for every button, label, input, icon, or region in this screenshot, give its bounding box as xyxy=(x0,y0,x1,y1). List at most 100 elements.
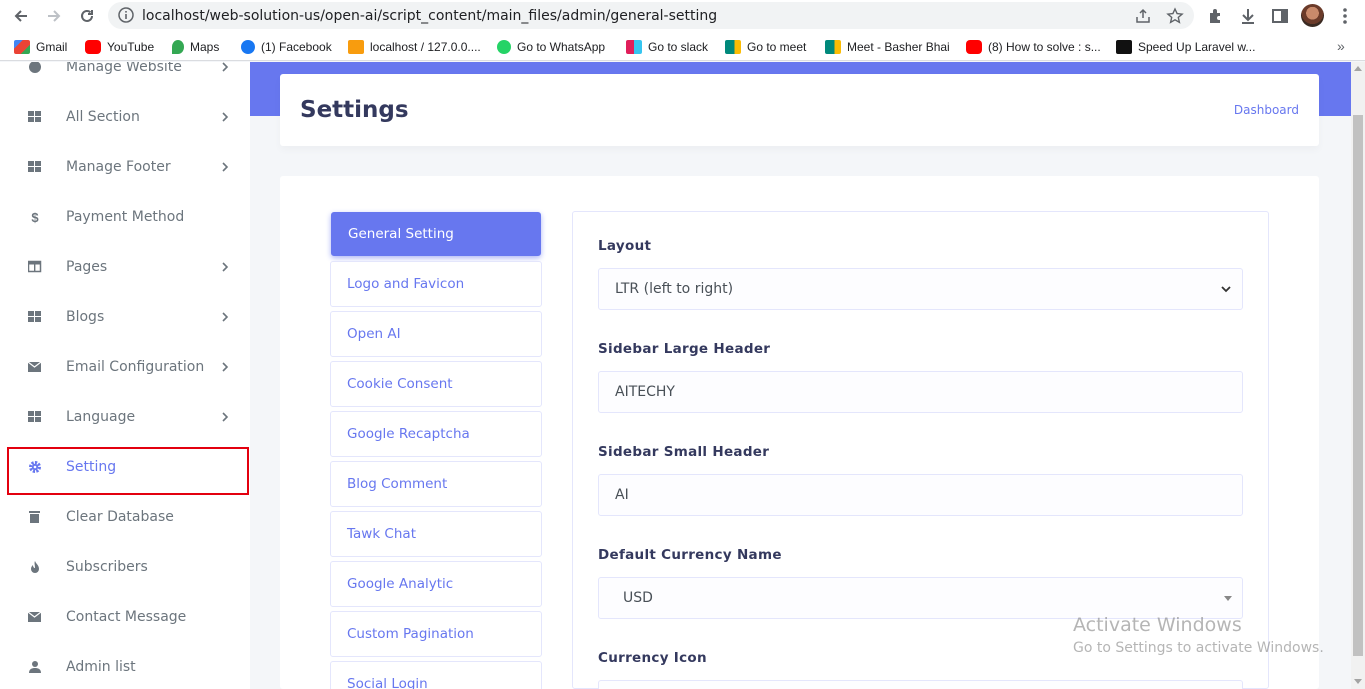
tab-cookie-consent[interactable]: Cookie Consent xyxy=(330,361,542,407)
scroll-up-icon[interactable] xyxy=(1354,66,1362,71)
sidebar-item-manage-footer[interactable]: Manage Footer xyxy=(0,142,250,192)
share-icon[interactable] xyxy=(1134,7,1152,25)
grid-icon xyxy=(28,160,42,174)
tab-blog-comment[interactable]: Blog Comment xyxy=(330,461,542,507)
tab-tawk-chat[interactable]: Tawk Chat xyxy=(330,511,542,557)
tab-open-ai[interactable]: Open AI xyxy=(330,311,542,357)
chevron-right-icon xyxy=(222,112,229,122)
back-icon[interactable] xyxy=(9,4,33,28)
grid-icon xyxy=(28,110,42,124)
meet-icon xyxy=(825,40,841,54)
tab-general-setting[interactable]: General Setting xyxy=(331,212,541,256)
laravel-icon xyxy=(1116,40,1132,54)
page-scrollbar[interactable] xyxy=(1351,62,1365,689)
layout-select[interactable]: LTR (left to right) xyxy=(598,268,1243,310)
tab-logo-favicon[interactable]: Logo and Favicon xyxy=(330,261,542,307)
sidebar-item-payment-method[interactable]: $ Payment Method xyxy=(0,192,250,242)
maps-pin-icon xyxy=(172,40,184,54)
caret-down-icon xyxy=(1224,596,1232,601)
chevron-right-icon xyxy=(222,312,229,322)
user-icon xyxy=(28,660,42,674)
forward-icon[interactable] xyxy=(42,4,66,28)
sidebar-item-clear-database[interactable]: Clear Database xyxy=(0,492,250,542)
sidebar-small-header-label: Sidebar Small Header xyxy=(598,444,770,460)
chevron-right-icon xyxy=(222,262,229,272)
grid-icon xyxy=(28,310,42,324)
star-icon[interactable] xyxy=(1166,7,1184,25)
default-currency-value: USD xyxy=(623,590,653,606)
envelope-icon xyxy=(28,360,42,374)
site-info-icon[interactable] xyxy=(118,7,134,23)
bookmark-phpmyadmin[interactable]: localhost / 127.0.0.... xyxy=(348,39,481,55)
sidebar-item-blogs[interactable]: Blogs xyxy=(0,292,250,342)
side-panel-icon[interactable] xyxy=(1270,6,1290,26)
download-icon[interactable] xyxy=(1238,6,1258,26)
sidebar-item-contact-message[interactable]: Contact Message xyxy=(0,592,250,642)
sidebar-large-header-label: Sidebar Large Header xyxy=(598,341,771,357)
chevron-down-icon xyxy=(1221,286,1231,293)
sidebar-item-language[interactable]: Language xyxy=(0,392,250,442)
sidebar-large-header-input[interactable]: AITECHY xyxy=(598,371,1243,413)
bookmark-slack[interactable]: Go to slack xyxy=(626,39,708,55)
default-currency-name-label: Default Currency Name xyxy=(598,547,782,563)
tab-google-analytic[interactable]: Google Analytic xyxy=(330,561,542,607)
section-header: Settings Dashboard xyxy=(280,74,1319,146)
sidebar-small-header-input[interactable]: AI xyxy=(598,474,1243,516)
currency-icon-input[interactable] xyxy=(598,680,1243,689)
meet-icon xyxy=(725,40,741,54)
default-currency-select[interactable]: USD xyxy=(598,577,1243,619)
fire-icon xyxy=(28,560,42,574)
bookmark-youtube-howto[interactable]: (8) How to solve : s... xyxy=(966,39,1101,55)
globe-icon xyxy=(28,62,42,74)
trash-icon xyxy=(28,510,42,524)
activate-windows-title: Activate Windows xyxy=(1073,614,1242,636)
bookmark-meet-basher[interactable]: Meet - Basher Bhai xyxy=(825,39,950,55)
youtube-icon xyxy=(85,40,101,54)
extensions-icon[interactable] xyxy=(1206,6,1226,26)
whatsapp-icon xyxy=(497,40,511,54)
sidebar-item-email-configuration[interactable]: Email Configuration xyxy=(0,342,250,392)
bookmark-whatsapp[interactable]: Go to WhatsApp xyxy=(497,39,605,55)
reload-icon[interactable] xyxy=(75,4,99,28)
scroll-down-icon[interactable] xyxy=(1354,679,1362,684)
layout-label: Layout xyxy=(598,238,652,254)
gmail-icon xyxy=(14,40,30,54)
address-bar[interactable]: localhost/web-solution-us/open-ai/script… xyxy=(108,2,1194,29)
profile-avatar[interactable] xyxy=(1301,4,1324,27)
dollar-icon: $ xyxy=(31,209,39,225)
bookmark-youtube[interactable]: YouTube xyxy=(85,39,154,55)
url-text: localhost/web-solution-us/open-ai/script… xyxy=(142,8,718,24)
breadcrumb-dashboard[interactable]: Dashboard xyxy=(1234,103,1299,117)
sidebar-item-pages[interactable]: Pages xyxy=(0,242,250,292)
bookmark-gmail[interactable]: Gmail xyxy=(14,39,67,55)
menu-dots-icon[interactable] xyxy=(1335,6,1355,26)
bookmark-laravel[interactable]: Speed Up Laravel w... xyxy=(1116,39,1255,55)
admin-sidebar: Manage Website All Section Manage Footer… xyxy=(0,62,250,689)
sidebar-small-header-value: AI xyxy=(615,487,629,503)
youtube-icon xyxy=(966,40,982,54)
browser-toolbar: localhost/web-solution-us/open-ai/script… xyxy=(0,0,1365,32)
bookmarks-more-button[interactable]: » xyxy=(1337,38,1345,54)
bookmark-maps[interactable]: Maps xyxy=(172,39,219,55)
setting-highlight-box xyxy=(7,447,249,495)
phpmyadmin-icon xyxy=(348,40,364,54)
chevron-right-icon xyxy=(222,362,229,372)
columns-icon xyxy=(28,260,42,274)
bookmark-facebook[interactable]: (1) Facebook xyxy=(241,39,332,55)
scroll-thumb[interactable] xyxy=(1353,115,1363,656)
chevron-right-icon xyxy=(222,162,229,172)
tab-custom-pagination[interactable]: Custom Pagination xyxy=(330,611,542,657)
slack-icon xyxy=(626,40,642,54)
bookmarks-bar: Gmail YouTube Maps (1) Facebook localhos… xyxy=(0,32,1365,61)
tab-social-login[interactable]: Social Login xyxy=(330,661,542,689)
tab-google-recaptcha[interactable]: Google Recaptcha xyxy=(330,411,542,457)
sidebar-item-subscribers[interactable]: Subscribers xyxy=(0,542,250,592)
sidebar-item-admin-list[interactable]: Admin list xyxy=(0,642,250,689)
page-title: Settings xyxy=(300,97,409,123)
chevron-right-icon xyxy=(222,412,229,422)
activate-windows-subtitle: Go to Settings to activate Windows. xyxy=(1073,640,1324,656)
chevron-right-icon xyxy=(222,62,229,72)
bookmark-meet[interactable]: Go to meet xyxy=(725,39,806,55)
sidebar-item-manage-website[interactable]: Manage Website xyxy=(0,62,250,92)
sidebar-item-all-section[interactable]: All Section xyxy=(0,92,250,142)
